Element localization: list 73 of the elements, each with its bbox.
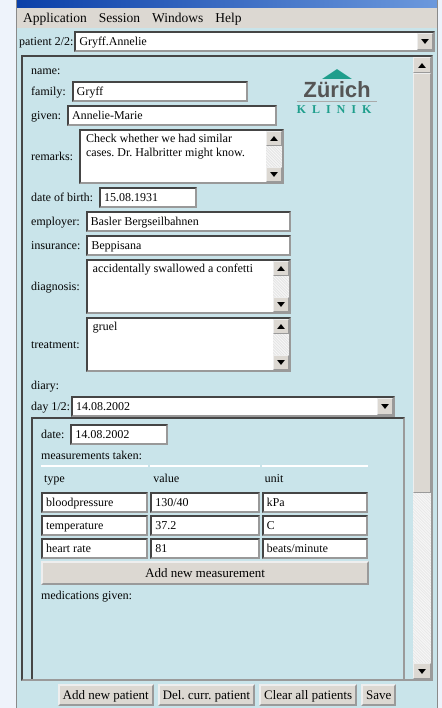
field-label: insurance:: [31, 238, 80, 253]
text-field[interactable]: Gryff: [72, 81, 248, 102]
scrollbar[interactable]: [272, 261, 289, 312]
scrollbar[interactable]: [272, 319, 289, 370]
action-button[interactable]: Clear all patients: [258, 684, 358, 706]
section-label: measurements taken:: [41, 448, 143, 463]
scroll-up-button[interactable]: [266, 131, 282, 146]
down-arrow-icon: [270, 172, 278, 177]
up-arrow-icon: [276, 266, 285, 271]
patient-label: patient 2/2:: [19, 34, 74, 49]
text-field[interactable]: Annelie-Marie: [67, 105, 277, 126]
menu-item[interactable]: Windows: [152, 10, 204, 26]
menu-item[interactable]: Session: [98, 10, 140, 26]
scroll-up-button[interactable]: [413, 57, 431, 73]
roof-icon: [320, 69, 354, 79]
text-field[interactable]: 81: [150, 538, 260, 559]
section-label: diary:: [31, 378, 60, 393]
text-field[interactable]: Beppisana: [86, 235, 292, 256]
action-button[interactable]: Save: [361, 684, 396, 706]
field-label: date:: [41, 427, 64, 442]
scroll-down-button[interactable]: [266, 167, 282, 182]
field-label: name:: [31, 63, 62, 78]
patient-dropdown[interactable]: Gryff.Annelie: [74, 31, 435, 52]
logo: Zürich KLINIK: [287, 69, 387, 129]
menu-item[interactable]: Application: [23, 10, 87, 26]
dropdown-button[interactable]: [377, 398, 393, 415]
text-field[interactable]: Basler Bergseilbahnen: [86, 211, 291, 232]
dropdown-button[interactable]: [417, 33, 433, 50]
field-label: family:: [31, 84, 66, 99]
column-header: unit: [262, 465, 368, 490]
text-field[interactable]: 130/40: [150, 492, 260, 513]
text-area[interactable]: Check whether we had similar cases. Dr. Halbritter might know.: [78, 129, 284, 184]
day-dropdown[interactable]: 14.08.2002: [71, 396, 395, 417]
field-label: diagnosis:: [31, 279, 80, 294]
scroll-down-button[interactable]: [413, 663, 431, 680]
text-field[interactable]: 37.2: [150, 515, 260, 536]
action-button[interactable]: Add new patient: [58, 684, 154, 706]
text-field[interactable]: bloodpressure: [41, 492, 148, 513]
up-arrow-icon: [418, 62, 426, 68]
up-arrow-icon: [270, 136, 278, 141]
text-field[interactable]: heart rate: [41, 538, 148, 559]
scroll-down-button[interactable]: [272, 297, 289, 312]
down-arrow-icon: [381, 404, 389, 409]
action-button[interactable]: Del. curr. patient: [158, 684, 255, 706]
text-field[interactable]: temperature: [41, 515, 148, 536]
field-label: given:: [31, 108, 61, 123]
scrollbar[interactable]: [266, 131, 282, 182]
day-label: day 1/2:: [31, 399, 70, 414]
up-arrow-icon: [276, 324, 285, 329]
text-area[interactable]: accidentally swallowed a confetti: [86, 259, 291, 314]
field-label: date of birth:: [31, 190, 93, 205]
field-label: employer:: [31, 214, 80, 229]
column-header: value: [150, 465, 260, 490]
down-arrow-icon: [418, 668, 426, 674]
text-field[interactable]: 15.08.1931: [98, 187, 197, 208]
scrollbar[interactable]: [413, 57, 431, 680]
add-measurement-button[interactable]: Add new measurement: [41, 561, 369, 585]
field-label: treatment:: [31, 337, 80, 352]
date-field[interactable]: 14.08.2002: [70, 424, 168, 445]
scroll-up-button[interactable]: [272, 261, 289, 276]
scroll-down-button[interactable]: [272, 355, 289, 370]
text-area[interactable]: gruel: [86, 317, 291, 372]
scroll-up-button[interactable]: [272, 319, 289, 334]
column-header: type: [41, 465, 148, 490]
text-field[interactable]: kPa: [262, 492, 368, 513]
down-arrow-icon: [276, 302, 285, 307]
down-arrow-icon: [276, 360, 285, 365]
section-label: medications given:: [41, 588, 133, 603]
field-label: remarks:: [31, 149, 73, 164]
menu-item[interactable]: Help: [215, 10, 242, 26]
down-arrow-icon: [421, 39, 429, 44]
text-field[interactable]: C: [262, 515, 368, 536]
text-field[interactable]: beats/minute: [262, 538, 368, 559]
